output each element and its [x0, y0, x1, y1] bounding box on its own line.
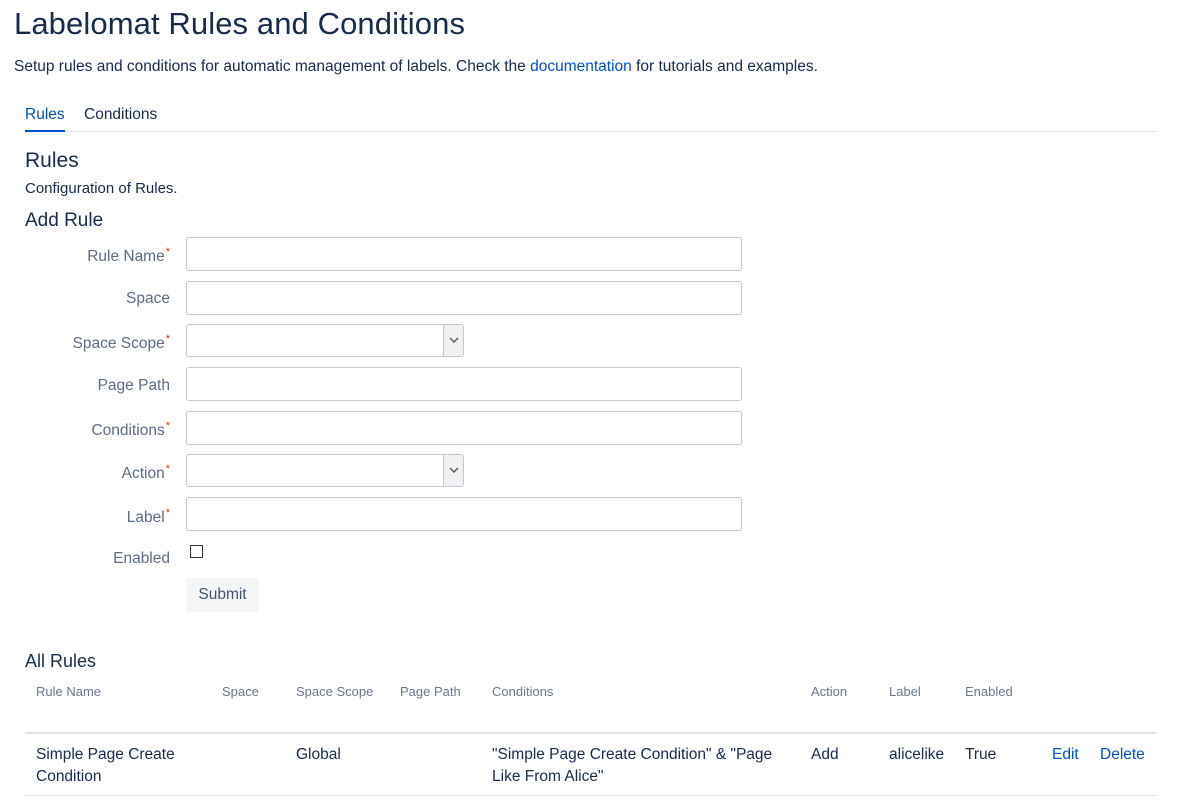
submit-button[interactable]: Submit [186, 578, 259, 612]
page-path-label: Page Path [97, 377, 170, 394]
rule-name-label-text: Rule Name [87, 248, 165, 266]
cell-space-scope: Global [296, 746, 341, 763]
delete-rule-link[interactable]: Delete [1100, 744, 1145, 766]
page: Labelomat Rules and Conditions Setup rul… [0, 0, 1180, 808]
column-header-action: Action [811, 684, 848, 699]
space-label: Space [126, 290, 170, 307]
intro-text-before: Setup rules and conditions for automatic… [14, 58, 531, 75]
section-title: Rules [25, 149, 79, 172]
intro-text-after: for tutorials and examples. [631, 58, 818, 75]
column-header-enabled: Enabled [965, 684, 1013, 699]
column-header-space-scope: Space Scope [296, 684, 374, 699]
tab-bar: Rules Conditions [25, 106, 1157, 132]
tab-rules[interactable]: Rules [25, 106, 65, 132]
tab-conditions[interactable]: Conditions [84, 106, 157, 132]
action-label: Action* [122, 463, 170, 483]
column-header-label: Label [889, 684, 921, 699]
cell-conditions: "Simple Page Create Condition" & "Page L… [492, 746, 773, 785]
chevron-down-icon[interactable] [443, 325, 463, 356]
edit-rule-link[interactable]: Edit [1052, 744, 1079, 766]
documentation-link[interactable]: documentation [530, 58, 632, 75]
space-input[interactable] [186, 281, 742, 315]
enabled-checkbox[interactable] [190, 545, 203, 558]
conditions-label: Conditions* [91, 420, 170, 440]
required-marker: * [165, 420, 170, 432]
label-label-text: Label [126, 509, 165, 527]
cell-rule-name: Simple Page Create Condition [36, 746, 175, 785]
conditions-input[interactable] [186, 411, 742, 445]
column-header-conditions: Conditions [492, 684, 554, 699]
column-header-space: Space [222, 684, 259, 699]
required-marker: * [165, 463, 170, 475]
add-rule-title: Add Rule [25, 210, 104, 231]
action-label-text: Action [121, 465, 165, 483]
table-row: Simple Page Create Condition Global "Sim… [25, 734, 1157, 796]
all-rules-title: All Rules [25, 651, 97, 671]
cell-action: Add [811, 746, 839, 763]
action-select[interactable] [186, 454, 464, 487]
required-marker: * [165, 333, 170, 345]
intro-text: Setup rules and conditions for automatic… [14, 58, 818, 76]
conditions-label-text: Conditions [91, 422, 165, 440]
space-scope-label-text: Space Scope [72, 335, 165, 353]
space-scope-select[interactable] [186, 324, 464, 357]
required-marker: * [165, 246, 170, 258]
section-description: Configuration of Rules. [25, 180, 178, 197]
rule-name-label: Rule Name* [87, 246, 170, 266]
cell-label: alicelike [889, 746, 945, 763]
chevron-down-icon[interactable] [443, 455, 463, 486]
label-label: Label* [127, 507, 170, 527]
column-header-page-path: Page Path [400, 684, 461, 699]
rule-name-input[interactable] [186, 237, 742, 271]
cell-enabled: True [965, 746, 997, 763]
required-marker: * [165, 507, 170, 519]
space-scope-label: Space Scope* [73, 333, 171, 353]
enabled-label: Enabled [113, 550, 170, 567]
page-title: Labelomat Rules and Conditions [14, 6, 466, 41]
page-path-input[interactable] [186, 367, 742, 401]
column-header-rule-name: Rule Name [36, 684, 102, 699]
label-input[interactable] [186, 497, 742, 531]
